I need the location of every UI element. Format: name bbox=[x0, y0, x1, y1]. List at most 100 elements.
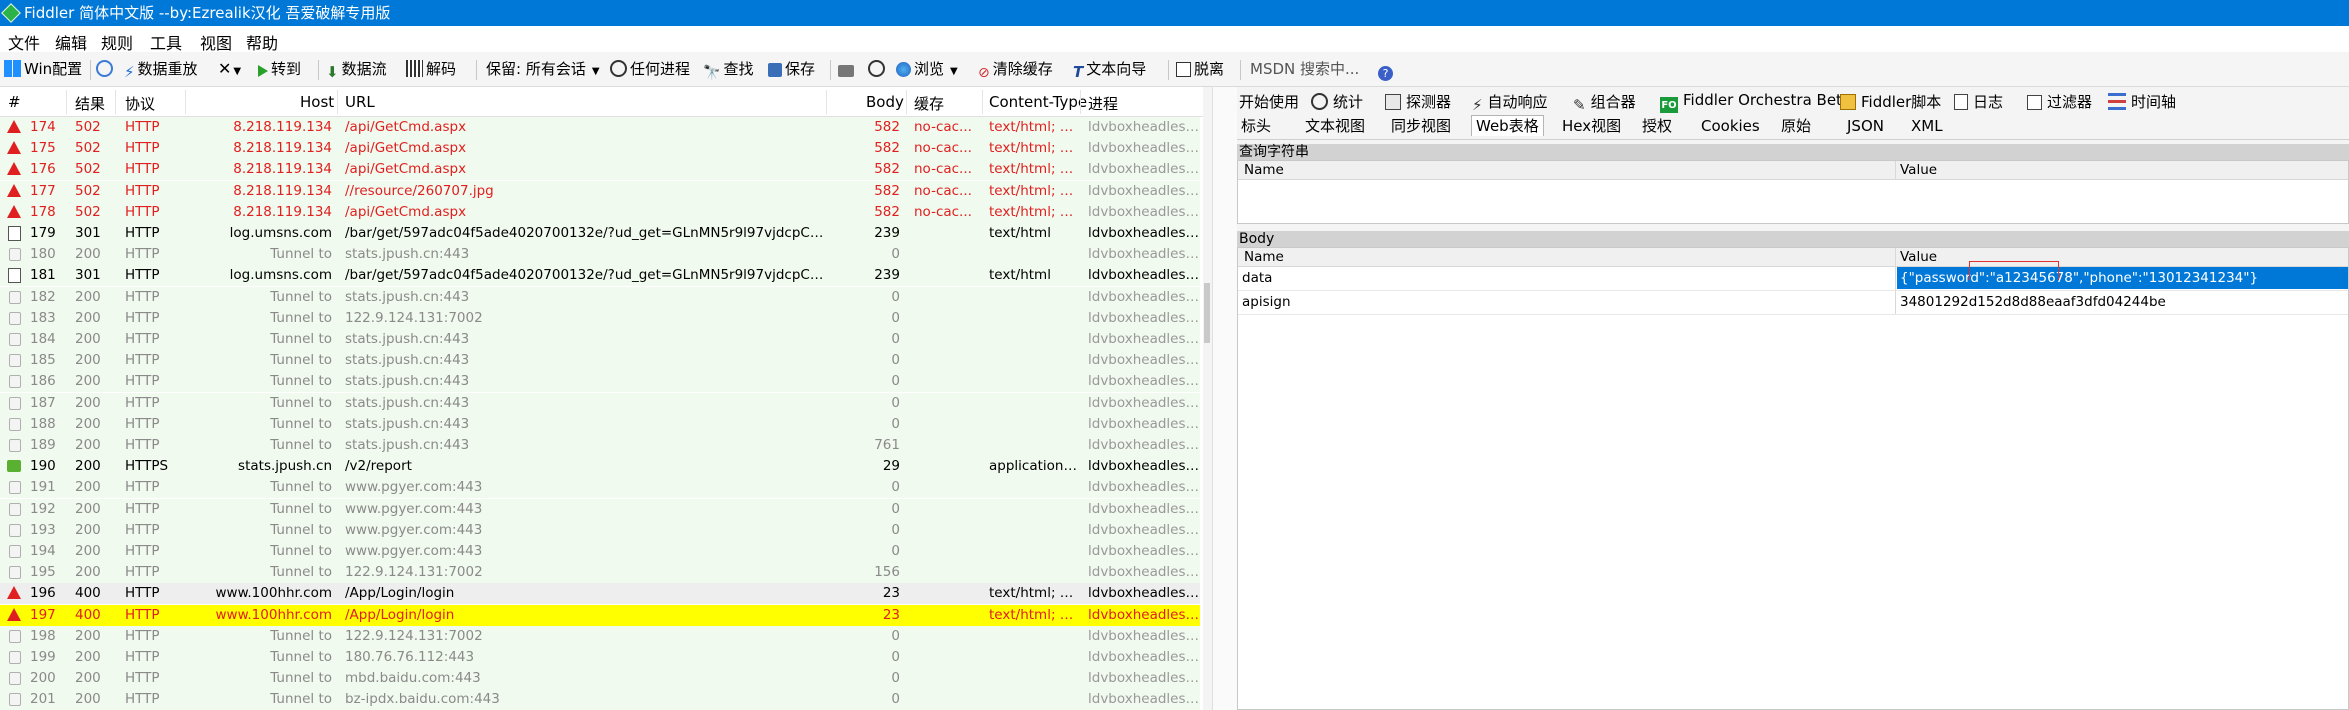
session-cell-host: Tunnel to bbox=[270, 415, 332, 432]
session-row[interactable]: 175 502 HTTP 8.218.119.134/api/GetCmd.aspx 5… bbox=[0, 138, 1200, 160]
session-cell-url: /v2/report bbox=[345, 458, 412, 475]
stream-button[interactable]: ⬇ 数据流 bbox=[326, 58, 387, 81]
text-wizard-button[interactable]: T 文本向导 bbox=[1073, 58, 1146, 81]
session-row[interactable]: 196 400 HTTP www.100hhr.com/App/Login/login… bbox=[0, 583, 1200, 605]
tab-hexview[interactable]: Hex视图 bbox=[1558, 116, 1625, 136]
browse-button[interactable]: 浏览 ▼ bbox=[896, 58, 958, 80]
tab-autoresponder[interactable]: ⚡ 自动响应 bbox=[1472, 91, 1548, 114]
session-row[interactable]: 201 200 HTTP Tunnel to bz-ipdx.baidu.com:443… bbox=[0, 689, 1200, 710]
body-row-value-selected[interactable]: {"password":"a12345678","phone":"1301234… bbox=[1897, 267, 2348, 289]
tab-timeline[interactable]: 时间轴 bbox=[2108, 91, 2176, 112]
body-row-apisign[interactable]: apisign 34801292d152d8d88eaaf3dfd04244be bbox=[1238, 291, 2348, 315]
goto-button[interactable]: 转到 bbox=[258, 58, 301, 80]
tab-auth[interactable]: 授权 bbox=[1638, 116, 1676, 136]
tab-textview[interactable]: 文本视图 bbox=[1301, 116, 1369, 136]
menu-file[interactable]: 文件 bbox=[8, 30, 40, 54]
col-header-num[interactable]: # bbox=[8, 93, 21, 111]
session-row[interactable]: 194 200 HTTP Tunnel to www.pgyer.com:443 0 ldv… bbox=[0, 541, 1200, 562]
find-button[interactable]: 🔭 查找 bbox=[703, 58, 753, 81]
session-row[interactable]: 190 200 HTTPS stats.jpush.cn/v2/report 29 app… bbox=[0, 456, 1200, 478]
timer-button[interactable] bbox=[868, 58, 888, 80]
session-row[interactable]: 197 400 HTTP www.100hhr.com/App/Login/login… bbox=[0, 604, 1200, 626]
tab-cookies[interactable]: Cookies bbox=[1697, 116, 1764, 136]
tab-log[interactable]: 日志 bbox=[1954, 91, 2003, 112]
camera-icon bbox=[838, 65, 854, 77]
session-list-scrollbar[interactable] bbox=[1203, 87, 1212, 710]
session-row[interactable]: 176 502 HTTP 8.218.119.134/api/GetCmd.aspx 5… bbox=[0, 159, 1200, 181]
session-cell-num: 193 bbox=[30, 521, 56, 538]
session-row[interactable]: 198 200 HTTP Tunnel to 122.9.124.131:7002 0 ld… bbox=[0, 625, 1200, 647]
col-header-result[interactable]: 结果 bbox=[75, 93, 105, 114]
tab-get-started[interactable]: 开始使用 bbox=[1239, 91, 1299, 112]
session-row[interactable]: 184 200 HTTP Tunnel to stats.jpush.cn:443 0 ld… bbox=[0, 329, 1200, 350]
session-cell-cache: no-cac... bbox=[914, 140, 972, 157]
session-row[interactable]: 192 200 HTTP Tunnel to www.pgyer.com:443 0 ldv… bbox=[0, 498, 1200, 520]
msdn-search-box[interactable]: MSDN 搜索中... bbox=[1250, 58, 1359, 80]
tearoff-button[interactable]: 脱离 bbox=[1176, 58, 1224, 80]
help-button[interactable]: ? bbox=[1378, 58, 1396, 81]
session-cell-cache: no-cac... bbox=[914, 203, 972, 220]
menu-tools[interactable]: 工具 bbox=[150, 30, 182, 54]
scrollbar-thumb[interactable] bbox=[1204, 283, 1210, 343]
tab-filters[interactable]: 过滤器 bbox=[2027, 91, 2092, 112]
session-cell-proto: HTTP bbox=[125, 437, 160, 453]
session-row[interactable]: 187 200 HTTP Tunnel to stats.jpush.cn:443 0 ld… bbox=[0, 392, 1200, 414]
col-header-host[interactable]: Host bbox=[300, 93, 334, 111]
session-row[interactable]: 181 301 HTTP log.umsns.com/bar/get/597adc04… bbox=[0, 265, 1200, 287]
col-header-body[interactable]: Body bbox=[866, 93, 904, 111]
session-row[interactable]: 195 200 HTTP Tunnel to 122.9.124.131:7002 156… bbox=[0, 562, 1200, 584]
session-row[interactable]: 178 502 HTTP 8.218.119.134/api/GetCmd.aspx 5… bbox=[0, 201, 1200, 223]
tab-xml[interactable]: XML bbox=[1907, 116, 1947, 136]
decode-button[interactable]: 解码 bbox=[406, 58, 456, 80]
tab-json[interactable]: JSON bbox=[1843, 116, 1888, 136]
session-row[interactable]: 179 301 HTTP log.umsns.com/bar/get/597adc04… bbox=[0, 223, 1200, 244]
session-row[interactable]: 183 200 HTTP Tunnel to 122.9.124.131:7002 0 ld… bbox=[0, 307, 1200, 329]
keep-sessions-dropdown[interactable]: 保留: 所有会话 ▼ bbox=[486, 58, 600, 80]
comment-button[interactable] bbox=[96, 58, 116, 80]
save-button[interactable]: 保存 bbox=[768, 58, 815, 80]
session-row[interactable]: 186 200 HTTP Tunnel to stats.jpush.cn:443 0 ld… bbox=[0, 371, 1200, 393]
session-row[interactable]: 174 502 HTTP 8.218.119.134/api/GetCmd.aspx 5… bbox=[0, 117, 1200, 138]
tab-raw[interactable]: 原始 bbox=[1777, 116, 1815, 136]
col-header-cache[interactable]: 缓存 bbox=[914, 93, 944, 114]
session-row[interactable]: 199 200 HTTP Tunnel to 180.76.76.112:443 0 ldv… bbox=[0, 647, 1200, 668]
col-header-url[interactable]: URL bbox=[345, 93, 375, 111]
session-cell-res: 301 bbox=[75, 225, 101, 241]
session-row[interactable]: 188 200 HTTP Tunnel to stats.jpush.cn:443 0 ld… bbox=[0, 413, 1200, 435]
remove-button[interactable]: ✕ ▼ bbox=[218, 58, 241, 80]
session-cell-proto: HTTP bbox=[125, 479, 160, 496]
col-header-content-type[interactable]: Content-Type bbox=[989, 93, 1087, 111]
replay-button[interactable]: ⚡ 数据重放 bbox=[124, 58, 198, 81]
session-row[interactable]: 189 200 HTTP Tunnel to stats.jpush.cn:443 761… bbox=[0, 435, 1200, 456]
session-row[interactable]: 200 200 HTTP Tunnel to mbd.baidu.com:443 0 ldv… bbox=[0, 668, 1200, 690]
col-header-process[interactable]: 进程 bbox=[1088, 93, 1118, 114]
body-row-data[interactable]: data {"password":"a12345678","phone":"13… bbox=[1238, 261, 2348, 291]
winconfig-button[interactable]: Win配置 bbox=[4, 58, 82, 80]
tab-syncview[interactable]: 同步视图 bbox=[1387, 116, 1455, 136]
tab-inspectors[interactable]: 探测器 bbox=[1385, 91, 1451, 112]
tab-orchestra[interactable]: FO Fiddler Orchestra Beta bbox=[1660, 91, 1851, 114]
any-process-button[interactable]: 任何进程 bbox=[610, 58, 690, 80]
tab-fiddlerscript[interactable]: Fiddler脚本 bbox=[1840, 91, 1941, 112]
body-row-value[interactable]: 34801292d152d8d88eaaf3dfd04244be bbox=[1900, 291, 2166, 314]
session-row[interactable]: 177 502 HTTP 8.218.119.134 //resource/260707… bbox=[0, 180, 1200, 202]
tab-composer[interactable]: ✎ 组合器 bbox=[1573, 91, 1636, 114]
panel-splitter[interactable] bbox=[1212, 87, 1238, 710]
fiddler-orchestra-icon: FO bbox=[1660, 97, 1678, 114]
menu-edit[interactable]: 编辑 bbox=[55, 30, 87, 54]
tab-webforms[interactable]: Web表格 bbox=[1471, 115, 1544, 136]
session-row[interactable]: 193 200 HTTP Tunnel to www.pgyer.com:443 0 ldv… bbox=[0, 519, 1200, 541]
tab-headers[interactable]: 标头 bbox=[1237, 116, 1275, 136]
menu-help[interactable]: 帮助 bbox=[246, 30, 278, 54]
menu-rules[interactable]: 规则 bbox=[101, 30, 133, 54]
screenshot-button[interactable] bbox=[838, 58, 857, 80]
session-cell-num: 176 bbox=[30, 161, 56, 178]
session-row[interactable]: 182 200 HTTP Tunnel to stats.jpush.cn:443 0 ld… bbox=[0, 286, 1200, 308]
session-row[interactable]: 191 200 HTTP Tunnel to www.pgyer.com:443 0 ldv… bbox=[0, 477, 1200, 499]
col-header-protocol[interactable]: 协议 bbox=[125, 93, 155, 114]
session-row[interactable]: 180 200 HTTP Tunnel to stats.jpush.cn:443 0 ld… bbox=[0, 244, 1200, 266]
clear-cache-button[interactable]: ⊘ 清除缓存 bbox=[978, 58, 1053, 81]
session-row[interactable]: 185 200 HTTP Tunnel to stats.jpush.cn:443 0 ld… bbox=[0, 350, 1200, 372]
tab-statistics[interactable]: 统计 bbox=[1311, 91, 1363, 112]
menu-view[interactable]: 视图 bbox=[200, 30, 232, 54]
